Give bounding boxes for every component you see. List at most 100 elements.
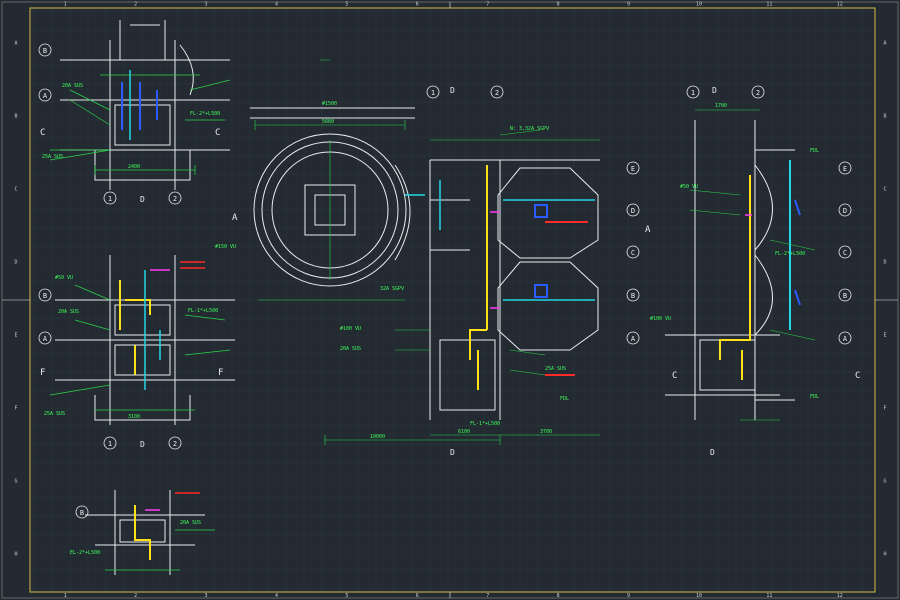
section-mark-d-center-top: D [450,86,455,95]
section-mark-d-right-top: D [712,86,717,95]
column-marker: 1 [64,593,67,599]
note-pipe-tl-2: 25A SUS [42,154,63,160]
row-marker: C [14,187,17,193]
note-pipe-bl: 20A SUS [180,520,201,526]
grid-bubble-2-center: 2 [495,89,499,97]
column-marker: 1 [64,2,67,8]
row-marker: D [14,260,17,266]
grid-bubble-d-center: D [631,207,635,215]
note-vent-center: #150 VU [215,244,236,250]
fl-mark-center: FDL [560,396,569,402]
grid-bubble-d-right: D [843,207,847,215]
fl-mark-right: FDL [810,394,819,400]
column-marker: 12 [837,593,843,599]
column-marker: 8 [557,593,560,599]
row-marker: E [14,333,17,339]
note-pipe-ml-2: 20A SUS [58,309,79,315]
grid-bubble-1-center: 1 [431,89,435,97]
column-marker: 2 [134,593,137,599]
section-mark-a-right: A [645,225,651,235]
section-mark-a-center: A [232,213,238,223]
note-pipe-center-3: 20A SUS [340,346,361,352]
grid-bubble-2-tl: 2 [173,195,177,203]
column-marker: 10 [696,593,702,599]
column-marker: 7 [486,2,489,8]
column-marker: 3 [205,2,208,8]
row-marker: H [883,552,886,558]
row-marker: A [14,41,17,47]
grid-bubble-c-center: C [631,249,635,257]
dim-right-top: 1700 [715,103,727,109]
grid-bubble-c-right: C [843,249,847,257]
row-marker: H [14,552,17,558]
note-pipe-center-4: 25A SUS [545,366,566,372]
column-marker: 6 [416,2,419,8]
note-pipe-tl-1: 20A SUS [62,83,83,89]
row-marker: B [883,114,886,120]
grid-bubble-b-tl: B [43,47,47,55]
grid-bubble-b-ml: B [43,292,47,300]
column-marker: 5 [345,593,348,599]
row-marker: A [883,41,886,47]
section-mark-c-left: C [40,128,45,138]
note-pipe-center-2: #100 VU [340,326,361,332]
section-mark-f-left: F [40,368,45,378]
grid-bubble-b-bl: B [80,509,84,517]
column-marker: 10 [696,2,702,8]
section-right: 1 2 D D E D C B A C C 1700 #50 VU FL-2*+… [650,85,860,457]
section-mark-d-tl: D [140,195,145,204]
grid-bubble-b-center: B [631,292,635,300]
detail-mid-left: B A 1 2 F F D #50 VU 20A SUS FL-1*+L500 … [38,255,235,450]
note-level-ml: FL-1*+L500 [188,308,218,314]
column-marker: 3 [205,593,208,599]
column-marker: 8 [557,2,560,8]
row-marker: C [883,187,886,193]
column-marker: 5 [345,2,348,8]
row-marker: E [883,333,886,339]
note-pipe-ml-1: #50 VU [55,275,73,281]
fl-mark-right-top: FDL [810,148,819,154]
column-marker: 12 [837,2,843,8]
detail-bottom-left: B EL-2*+L500 20A SUS [70,490,215,575]
row-marker: G [883,479,886,485]
column-marker: 4 [275,2,278,8]
note-eq: N: 3,32A SGPV [510,126,549,132]
column-marker: 6 [416,593,419,599]
grid-bubble-1-right: 1 [691,89,695,97]
grid-bubble-2-ml: 2 [173,440,177,448]
grid-bubble-1-ml: 1 [108,440,112,448]
section-mark-d-center-bottom: D [450,448,455,457]
column-marker: 9 [627,593,630,599]
row-marker: F [14,406,17,412]
dim-bottom-mid: 6100 [458,429,470,435]
column-marker: 9 [627,2,630,8]
row-marker: B [14,114,17,120]
section-mark-c-right: C [215,128,220,138]
note-pipe-ml-3: 25A SUS [44,411,65,417]
column-marker: 7 [486,593,489,599]
column-marker: 4 [275,593,278,599]
dim-tank-dia: 5660 [322,119,334,125]
dim-bottom-total: 10000 [370,434,385,440]
row-marker: D [883,260,886,266]
note-level-center: FL-1*+L500 [470,421,500,427]
note-level-tl: FL-2*+L500 [190,111,220,117]
column-marker: 2 [134,2,137,8]
note-pipe-right-1: #50 VU [680,184,698,190]
note-level-bl: EL-2*+L500 [70,550,100,556]
section-mark-c-right-r: C [855,371,860,381]
section-mark-d-right-bottom: D [710,448,715,457]
row-marker: G [14,479,17,485]
column-marker: 11 [766,593,772,599]
dim-ml: 3100 [128,414,140,420]
cad-drawing-canvas[interactable]: 112233445566778899101011111212 A AB BC CD DE… [0,0,900,600]
dim-top-width: #1500 [322,101,337,107]
grid-bubble-a-tl: A [43,92,48,100]
column-marker: 11 [766,2,772,8]
section-mark-d-ml: D [140,440,145,449]
note-pipe-right-2: #100 VU [650,316,671,322]
row-marker: F [883,406,886,412]
grid-bubble-e-right: E [843,165,847,173]
detail-top-left: B A 1 2 C C D 20A SUS 25A SUS FL-2*+L500… [38,20,231,205]
dim-bottom-right: 3700 [540,429,552,435]
